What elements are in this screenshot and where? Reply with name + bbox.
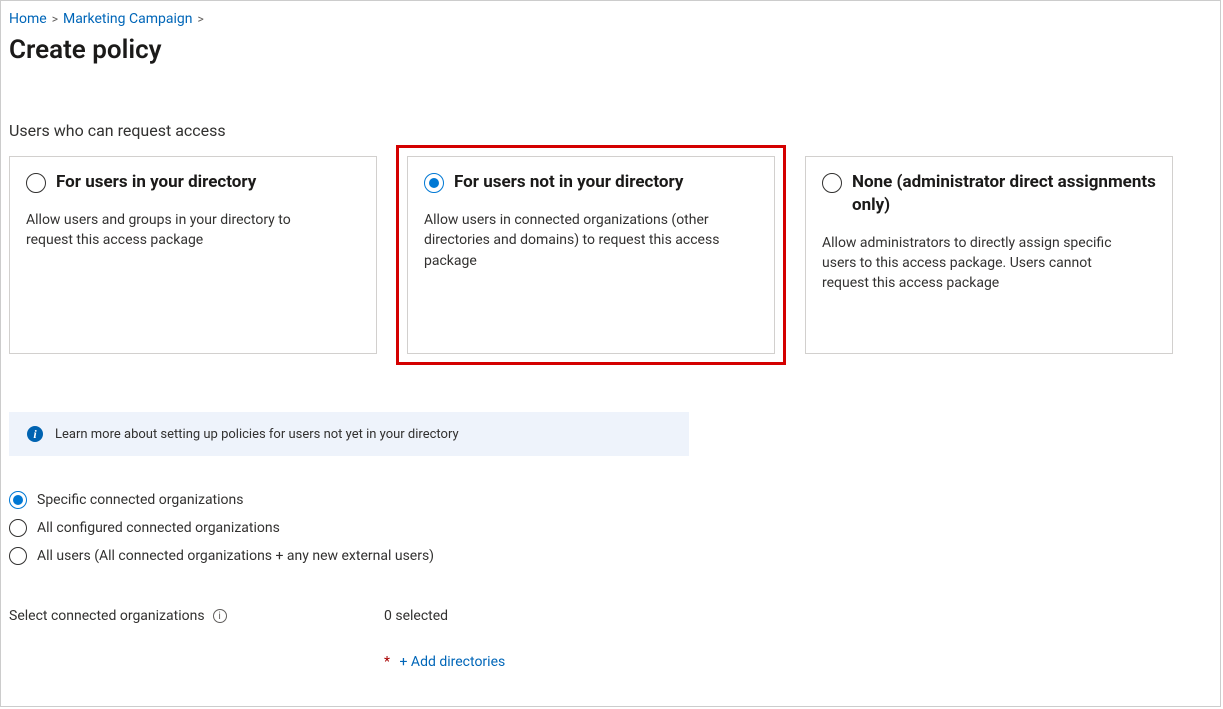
card-description: Allow administrators to directly assign … [822,233,1156,294]
chevron-right-icon: > [52,12,58,26]
radio-icon [26,173,46,193]
add-directories-link[interactable]: + Add directories [400,654,506,670]
section-label-users: Users who can request access [9,121,1212,140]
radio-icon [9,491,27,509]
card-none-admin-only[interactable]: None (administrator direct assignments o… [805,156,1173,354]
radio-label: All users (All connected organizations +… [37,548,434,564]
page-title: Create policy [9,35,1212,65]
radio-icon [822,173,842,193]
card-title: None (administrator direct assignments o… [852,171,1156,217]
card-title: For users in your directory [56,171,256,194]
connected-orgs-count: 0 selected [384,608,505,624]
radio-all-configured-orgs[interactable]: All configured connected organizations [9,514,1212,542]
info-banner: i Learn more about setting up policies f… [9,412,689,456]
radio-all-users[interactable]: All users (All connected organizations +… [9,542,1212,570]
card-title: For users not in your directory [454,171,683,194]
label-text: Select connected organizations [9,608,205,624]
request-access-cards: For users in your directory Allow users … [9,156,1212,354]
card-users-not-in-directory[interactable]: For users not in your directory Allow us… [407,156,775,354]
card-users-in-directory[interactable]: For users in your directory Allow users … [9,156,377,354]
radio-icon [424,173,444,193]
radio-label: Specific connected organizations [37,492,244,508]
card-description: Allow users in connected organizations (… [424,210,758,271]
card-description: Allow users and groups in your directory… [26,210,360,251]
radio-icon [9,547,27,565]
info-icon: i [27,426,43,442]
breadcrumb: Home > Marketing Campaign > [9,11,1212,27]
breadcrumb-link-home[interactable]: Home [9,11,47,27]
info-help-icon[interactable]: i [213,609,227,623]
radio-specific-connected-orgs[interactable]: Specific connected organizations [9,486,1212,514]
chevron-right-icon: > [197,12,203,26]
scope-radio-group: Specific connected organizations All con… [9,486,1212,570]
radio-label: All configured connected organizations [37,520,280,536]
info-banner-text: Learn more about setting up policies for… [55,427,459,442]
radio-icon [9,519,27,537]
connected-orgs-label: Select connected organizations i [9,608,384,624]
breadcrumb-link-campaign[interactable]: Marketing Campaign [63,11,193,27]
required-asterisk: * [384,654,390,670]
